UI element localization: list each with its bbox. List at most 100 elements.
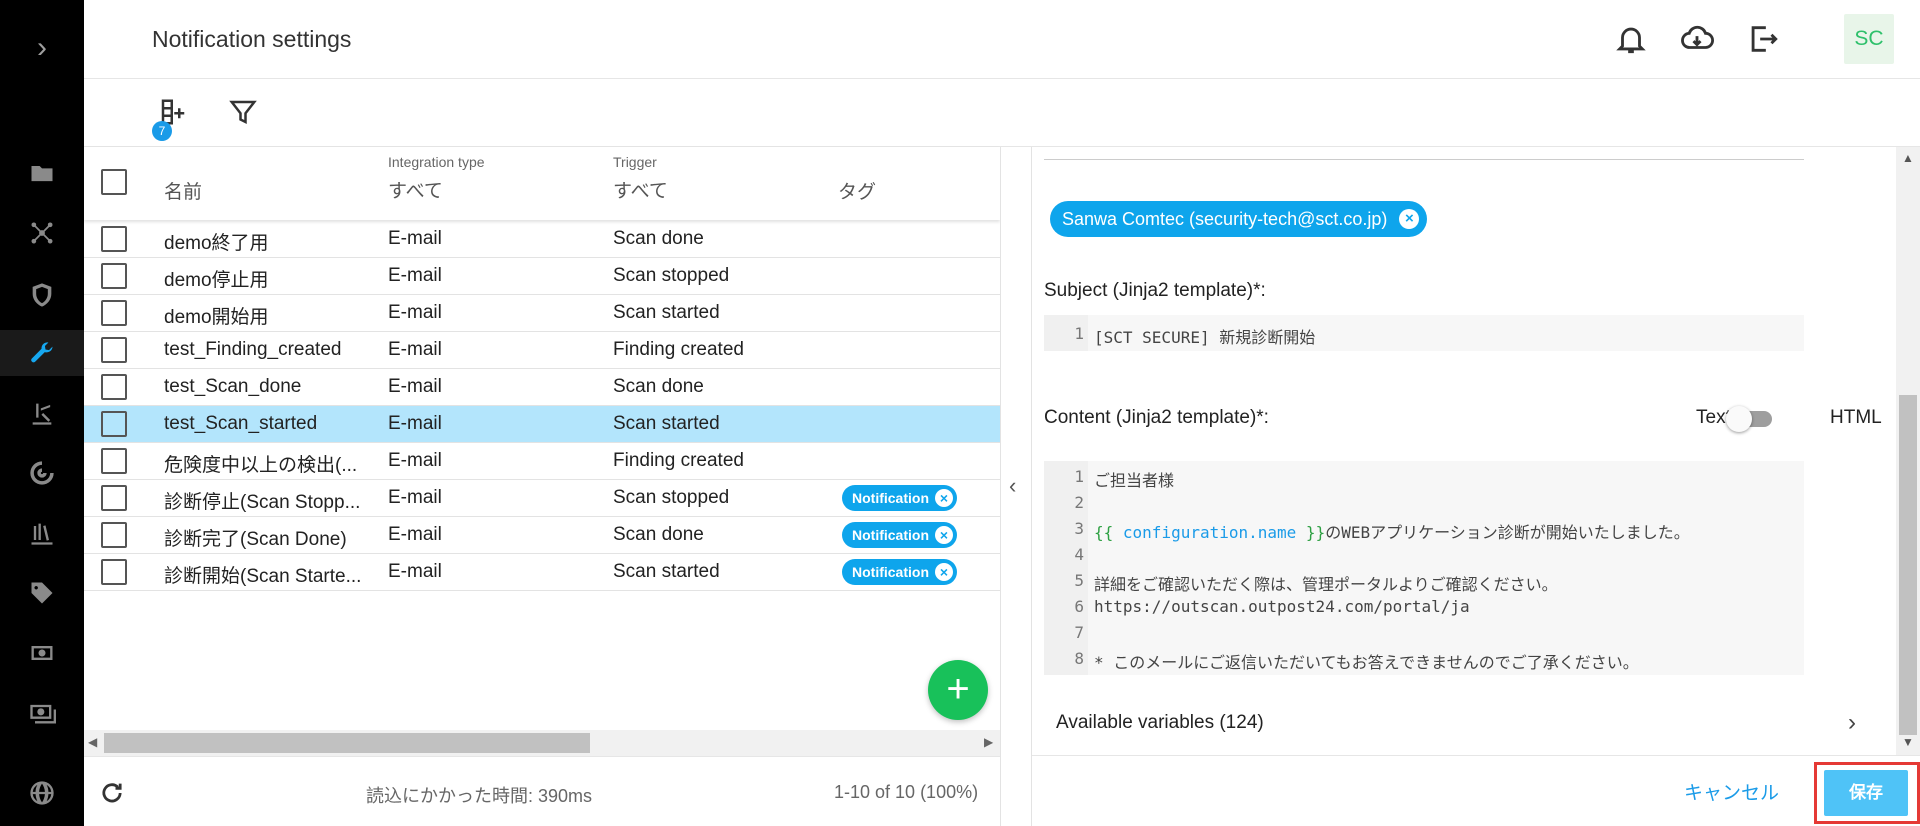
line-number: 5 xyxy=(1074,571,1084,590)
line-number: 2 xyxy=(1074,493,1084,512)
table-row[interactable]: test_Finding_created E-mail Finding crea… xyxy=(84,332,1000,369)
chevron-right-icon[interactable]: › xyxy=(24,30,60,66)
bell-icon[interactable] xyxy=(1614,22,1648,56)
columns-badge: 7 xyxy=(152,121,172,141)
row-checkbox[interactable] xyxy=(101,300,127,326)
tag-chip[interactable]: Notification × xyxy=(842,559,957,585)
recipient-chip[interactable]: Sanwa Comtec (security-tech@sct.co.jp) × xyxy=(1050,201,1428,237)
network-icon[interactable] xyxy=(0,210,84,256)
notification-editor: Sanwa Comtec (security-tech@sct.co.jp) ×… xyxy=(1032,147,1920,755)
row-type: E-mail xyxy=(388,265,442,286)
code-line: * このメールにご返信いただいてもお答えできませんのでご了承ください。 xyxy=(1094,653,1639,672)
row-trigger: Scan started xyxy=(613,561,720,582)
tag-chip[interactable]: Notification × xyxy=(842,485,957,511)
shield-icon[interactable] xyxy=(0,272,84,318)
chevron-right-icon: › xyxy=(1848,709,1856,736)
row-name: 危険度中以上の検出(... xyxy=(164,455,358,476)
row-checkbox[interactable] xyxy=(101,226,127,252)
table-row[interactable]: 診断停止(Scan Stopp... E-mail Scan stopped N… xyxy=(84,480,1000,517)
table-row[interactable]: 診断完了(Scan Done) E-mail Scan done Notific… xyxy=(84,517,1000,554)
subject-editor[interactable]: 1 [SCT SECURE] 新規診断開始 xyxy=(1044,315,1804,351)
top-header: Notification settings SC xyxy=(84,0,1920,79)
row-checkbox[interactable] xyxy=(101,559,127,585)
row-type: E-mail xyxy=(388,524,442,545)
table-row[interactable]: 危険度中以上の検出(... E-mail Finding created xyxy=(84,443,1000,480)
wrench-icon[interactable] xyxy=(0,330,84,376)
scroll-down-arrow-icon[interactable]: ▼ xyxy=(1902,735,1914,749)
scroll-right-arrow-icon[interactable]: ▶ xyxy=(984,735,993,749)
table-row[interactable]: test_Scan_done E-mail Scan done xyxy=(84,369,1000,406)
cloud-download-icon[interactable] xyxy=(1680,22,1714,56)
tag-chip[interactable]: Notification × xyxy=(842,522,957,548)
vertical-scroll-thumb[interactable] xyxy=(1899,395,1917,735)
row-type: E-mail xyxy=(388,487,442,508)
available-variables-row[interactable]: Available variables (124) › xyxy=(1032,697,1902,749)
panel-splitter: ‹ xyxy=(1000,147,1032,826)
row-name: test_Scan_done xyxy=(164,376,302,397)
column-name[interactable]: 名前 xyxy=(164,177,202,204)
cash-icon[interactable] xyxy=(0,690,84,736)
code-line: {{ configuration.name }}のWEBアプリケーション診断が開… xyxy=(1094,519,1690,543)
vertical-scrollbar[interactable]: ▲ ▼ xyxy=(1896,147,1920,755)
select-all-checkbox[interactable] xyxy=(101,169,127,195)
add-notification-button[interactable]: + xyxy=(928,660,988,720)
template-close-brace: }} xyxy=(1296,523,1326,542)
globe-icon[interactable] xyxy=(0,770,84,816)
content-editor[interactable]: 1 ご担当者様 2 3 {{ configuration.name }}のWEB… xyxy=(1044,461,1804,675)
row-checkbox[interactable] xyxy=(101,448,127,474)
remove-tag-icon[interactable]: × xyxy=(935,526,953,544)
toggle-knob[interactable] xyxy=(1726,406,1752,432)
row-checkbox[interactable] xyxy=(101,485,127,511)
remove-recipient-icon[interactable]: × xyxy=(1399,209,1420,229)
row-type: E-mail xyxy=(388,228,442,249)
table-row[interactable]: demo終了用 E-mail Scan done xyxy=(84,221,1000,258)
row-trigger: Scan stopped xyxy=(613,265,730,286)
row-type: E-mail xyxy=(388,376,442,397)
content-label: Content (Jinja2 template)*: xyxy=(1044,407,1269,428)
horizontal-scroll-thumb[interactable] xyxy=(104,733,590,753)
camera-money-icon[interactable] xyxy=(0,630,84,676)
pagination-info: 1-10 of 10 (100%) xyxy=(834,782,979,802)
column-tags[interactable]: タグ xyxy=(838,177,876,204)
filter-icon[interactable] xyxy=(228,97,262,131)
remove-tag-icon[interactable]: × xyxy=(935,489,953,507)
scroll-up-arrow-icon[interactable]: ▲ xyxy=(1902,151,1914,165)
line-number: 1 xyxy=(1074,324,1084,343)
table-row[interactable]: 診断開始(Scan Starte... E-mail Scan started … xyxy=(84,554,1000,591)
table-row-selected[interactable]: test_Scan_started E-mail Scan started xyxy=(84,406,1000,443)
library-icon[interactable] xyxy=(0,510,84,556)
table-row[interactable]: demo停止用 E-mail Scan stopped xyxy=(84,258,1000,295)
logout-icon[interactable] xyxy=(1746,22,1780,56)
chevron-left-icon[interactable]: ‹ xyxy=(1009,473,1016,499)
folder-icon[interactable] xyxy=(0,150,84,196)
scroll-left-arrow-icon[interactable]: ◀ xyxy=(88,735,97,749)
line-number: 8 xyxy=(1074,649,1084,668)
row-type: E-mail xyxy=(388,302,442,323)
avatar[interactable]: SC xyxy=(1844,14,1894,64)
refresh-icon[interactable] xyxy=(98,779,128,809)
remove-tag-icon[interactable]: × xyxy=(935,563,953,581)
save-button[interactable]: 保存 xyxy=(1824,770,1908,816)
target-icon[interactable] xyxy=(0,450,84,496)
cancel-button[interactable]: キャンセル xyxy=(1684,778,1779,805)
row-checkbox[interactable] xyxy=(101,263,127,289)
trigger-filter[interactable]: すべて xyxy=(613,176,668,203)
row-name: test_Finding_created xyxy=(164,339,342,360)
row-trigger: Finding created xyxy=(613,339,744,360)
horizontal-scrollbar[interactable]: ◀ ▶ xyxy=(84,730,1000,756)
row-name: 診断開始(Scan Starte... xyxy=(164,566,362,587)
person-tools-icon[interactable] xyxy=(0,390,84,436)
row-trigger: Scan done xyxy=(613,524,704,545)
column-trigger-label: Trigger xyxy=(613,154,657,170)
table-row[interactable]: demo開始用 E-mail Scan started xyxy=(84,295,1000,332)
integration-type-filter[interactable]: すべて xyxy=(388,176,443,203)
row-name: demo開始用 xyxy=(164,307,269,328)
row-checkbox[interactable] xyxy=(101,374,127,400)
format-toggle[interactable] xyxy=(1726,406,1774,432)
row-checkbox[interactable] xyxy=(101,337,127,363)
tag-icon[interactable] xyxy=(0,570,84,616)
row-checkbox[interactable] xyxy=(101,411,127,437)
row-trigger: Scan done xyxy=(613,376,704,397)
row-checkbox[interactable] xyxy=(101,522,127,548)
tag-label: Notification xyxy=(852,564,929,580)
